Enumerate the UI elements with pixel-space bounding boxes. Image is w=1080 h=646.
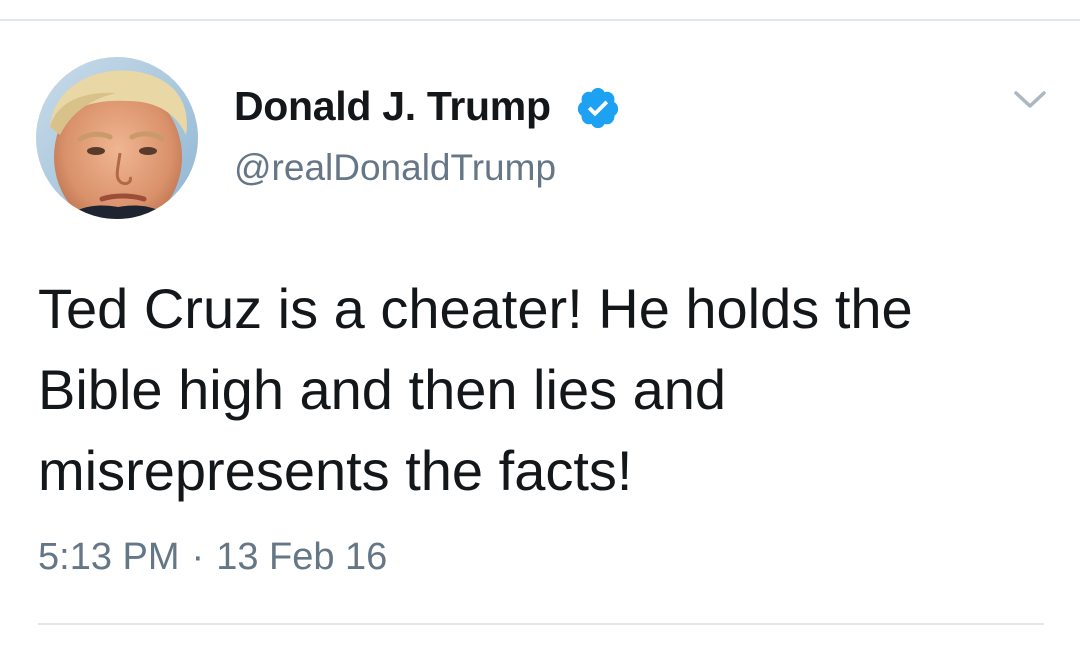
verified-badge-icon: [575, 85, 621, 131]
handle[interactable]: @realDonaldTrump: [234, 147, 556, 189]
chevron-down-icon[interactable]: [1012, 88, 1048, 112]
timestamp[interactable]: 5:13 PM · 13 Feb 16: [38, 536, 387, 579]
top-divider: [0, 19, 1080, 21]
avatar[interactable]: [36, 57, 198, 219]
tweet-text: Ted Cruz is a cheater! He holds the Bibl…: [38, 277, 913, 502]
display-name[interactable]: Donald J. Trump: [234, 83, 551, 130]
tweet-date: 13 Feb 16: [216, 536, 388, 578]
bottom-divider: [38, 623, 1044, 625]
timestamp-separator: ·: [191, 536, 205, 578]
tweet-time: 5:13 PM: [38, 536, 180, 578]
